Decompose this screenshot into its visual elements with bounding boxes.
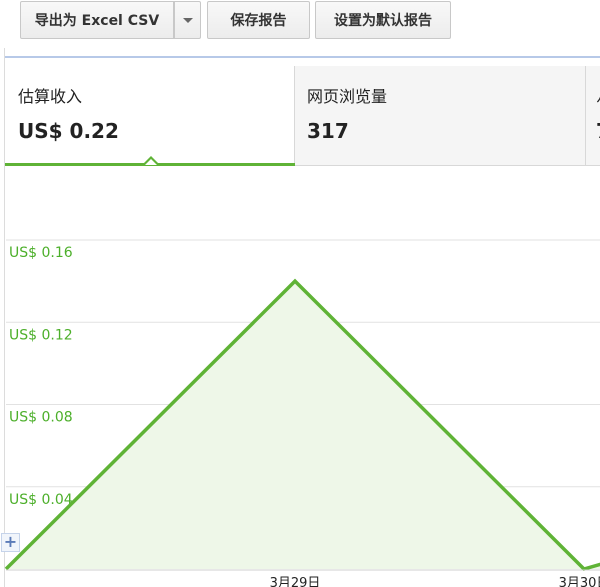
tab-estimated-earnings[interactable]: 估算收入 US$ 0.22	[5, 66, 295, 166]
export-csv-button[interactable]: 导出为 Excel CSV	[20, 1, 174, 39]
tab-label: 网页浏览量	[307, 87, 388, 106]
earnings-chart: US$ 0.04 US$ 0.08 US$ 0.12 US$ 0.16 3月29日 3月3…	[4, 239, 600, 587]
y-tick-label: US$ 0.16	[9, 245, 73, 261]
tab-label: ﾉ	[596, 83, 600, 107]
tab-value: US$ 0.22	[18, 119, 119, 143]
save-report-button[interactable]: 保存报告	[207, 1, 310, 39]
chevron-down-icon	[182, 17, 193, 23]
tab-third-metric[interactable]: ﾉ 7	[586, 66, 600, 166]
x-tick-label: 3月30日	[559, 576, 600, 587]
export-options-dropdown[interactable]	[174, 1, 201, 39]
tab-value: 317	[307, 119, 349, 143]
set-default-report-button[interactable]: 设置为默认报告	[315, 1, 451, 39]
y-tick-label: US$ 0.12	[9, 327, 73, 343]
tab-label: 估算收入	[18, 87, 83, 106]
report-toolbar: 导出为 Excel CSV 保存报告 设置为默认报告	[0, 0, 600, 48]
x-tick-label: 3月29日	[270, 576, 321, 587]
series-area	[6, 281, 600, 569]
tab-page-views[interactable]: 网页浏览量 317	[295, 66, 586, 166]
zoom-in-button[interactable]: +	[1, 533, 20, 552]
y-tick-label: US$ 0.08	[9, 410, 73, 426]
y-tick-label: US$ 0.04	[9, 492, 73, 508]
tab-value: 7	[596, 119, 600, 143]
toolbar-divider	[5, 56, 600, 58]
active-tab-pointer-inner	[145, 159, 157, 165]
